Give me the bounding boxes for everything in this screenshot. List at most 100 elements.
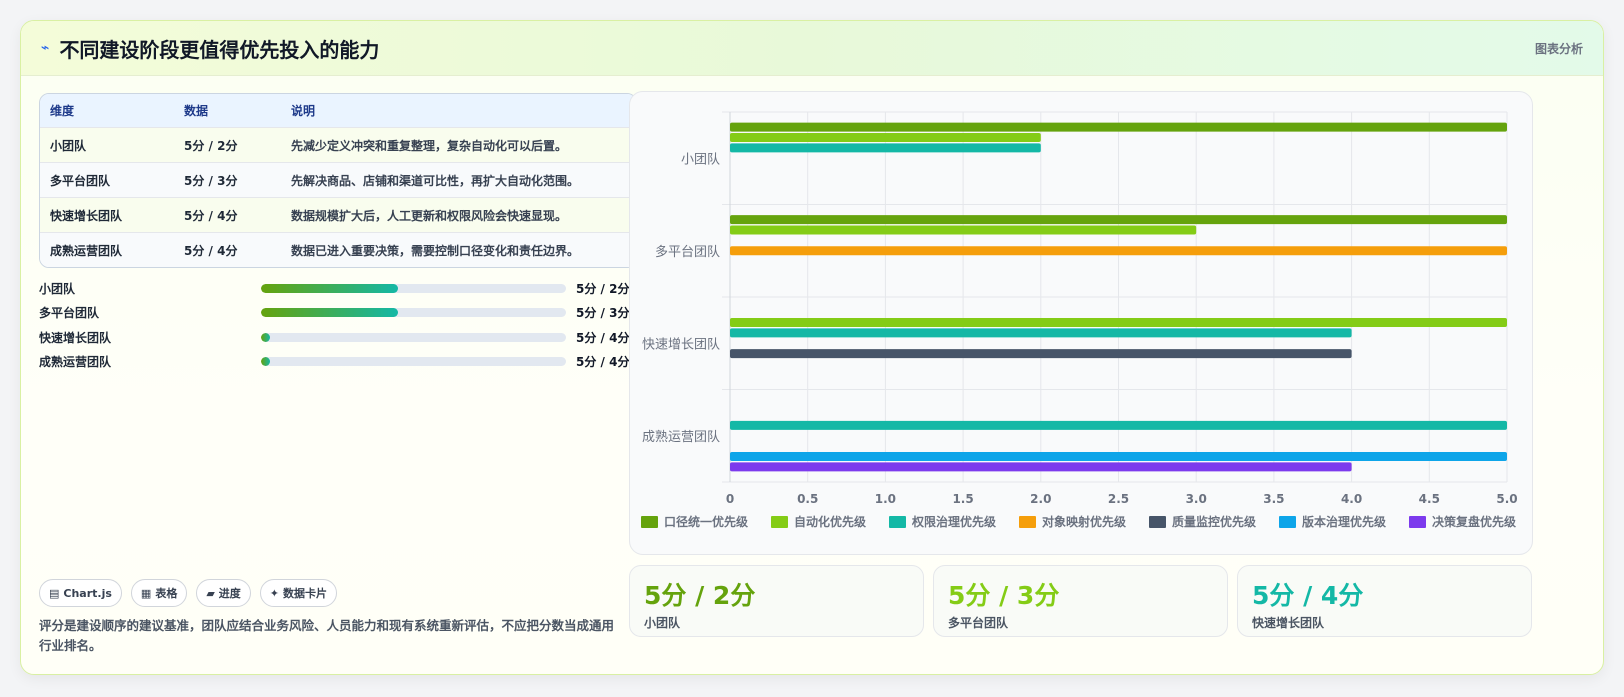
- main-card: ⌁ 不同建设阶段更值得优先投入的能力 图表分析 维度 数据 说明 小团队 5分 …: [20, 20, 1604, 675]
- progress-label: 小团队: [39, 281, 76, 296]
- bar: [730, 462, 1352, 472]
- chip-chartjs[interactable]: ▤ Chart.js: [39, 579, 122, 607]
- progress-value: 5分 / 4分: [576, 355, 630, 370]
- progress-fill: [261, 332, 271, 342]
- progress-value: 5分 / 4分: [576, 330, 630, 345]
- chart-analysis-link[interactable]: 图表分析: [1535, 40, 1583, 57]
- legend-swatch: [1409, 516, 1426, 528]
- legend-label: 决策复盘优先级: [1432, 514, 1516, 529]
- data-table: 维度 数据 说明 小团队 5分 / 2分 先减少定义冲突和重复整理，复杂自动化可…: [39, 93, 637, 268]
- table-cell-value: 5分 / 4分: [184, 208, 238, 223]
- footnote: 评分是建设顺序的建议基准，团队应结合业务风险、人员能力和现有系统重新评估，不应把…: [39, 618, 615, 653]
- card-header: ⌁ 不同建设阶段更值得优先投入的能力 图表分析: [21, 21, 1603, 76]
- bar: [730, 143, 1041, 153]
- table-cell-name: 多平台团队: [50, 173, 111, 188]
- progress-track: [261, 357, 566, 367]
- legend-swatch: [641, 516, 658, 528]
- x-tick-label: 0: [726, 492, 734, 506]
- table-cell-name: 小团队: [50, 138, 87, 153]
- chip-label: 表格: [155, 587, 178, 600]
- legend-label: 权限治理优先级: [911, 514, 996, 529]
- progress-list: 小团队 5分 / 2分 多平台团队 5分 / 3分 快速增长团队 5分 / 4分…: [39, 276, 637, 374]
- chip-label: 进度: [218, 587, 241, 600]
- progress-track: [261, 283, 566, 293]
- table-row: 快速增长团队 5分 / 4分 数据规模扩大后，人工更新和权限风险会快速显现。: [40, 197, 636, 232]
- progress-fill: [261, 308, 399, 318]
- chip-label: Chart.js: [63, 586, 112, 600]
- progress-row: 多平台团队 5分 / 3分: [39, 301, 637, 326]
- bar: [730, 420, 1507, 430]
- table-row: 成熟运营团队 5分 / 4分 数据已进入重要决策，需要控制口径变化和责任边界。: [40, 232, 636, 267]
- table-cell-value: 5分 / 4分: [184, 243, 238, 258]
- progress-track: [261, 308, 566, 318]
- progress-label: 成熟运营团队: [39, 355, 112, 370]
- bar: [730, 349, 1352, 359]
- left-panel: 维度 数据 说明 小团队 5分 / 2分 先减少定义冲突和重复整理，复杂自动化可…: [39, 93, 637, 374]
- table-cell-desc: 数据已进入重要决策，需要控制口径变化和责任边界。: [291, 243, 580, 258]
- stat-label: 多平台团队: [948, 616, 1009, 630]
- stat-card: 5分 / 4分 快速增长团队: [1237, 565, 1532, 637]
- table-header-cell: 维度: [50, 104, 75, 118]
- table-row: 多平台团队 5分 / 3分 先解决商品、店铺和渠道可比性，再扩大自动化范围。: [40, 162, 636, 197]
- table-header-row: 维度 数据 说明: [40, 94, 636, 127]
- bar: [730, 225, 1197, 235]
- feature-chips: ▤ Chart.js ▦ 表格 ▰ 进度 ✦ 数据卡片: [39, 579, 338, 607]
- stat-value: 5分 / 4分: [1252, 581, 1364, 610]
- legend-swatch: [889, 516, 906, 528]
- chip-table[interactable]: ▦ 表格: [130, 579, 188, 607]
- progress-fill: [261, 283, 399, 293]
- bar: [730, 318, 1507, 328]
- progress-value: 5分 / 3分: [576, 306, 630, 321]
- stat-label: 小团队: [644, 616, 681, 630]
- progress-value: 5分 / 2分: [576, 281, 630, 296]
- legend-label: 自动化优先级: [794, 514, 866, 529]
- y-tick-label: 多平台团队: [655, 244, 720, 260]
- progress-icon: ▰: [206, 586, 215, 600]
- bar: [730, 133, 1041, 143]
- stat-value: 5分 / 3分: [948, 581, 1060, 610]
- y-tick-label: 成熟运营团队: [642, 429, 720, 445]
- table-cell-desc: 先减少定义冲突和重复整理，复杂自动化可以后置。: [291, 138, 568, 153]
- chart-icon: ▤: [49, 586, 60, 600]
- chip-data-card[interactable]: ✦ 数据卡片: [259, 579, 338, 607]
- table-cell-desc: 数据规模扩大后，人工更新和权限风险会快速显现。: [291, 208, 568, 223]
- x-tick-label: 1.0: [875, 492, 896, 506]
- progress-row: 成熟运营团队 5分 / 4分: [39, 350, 637, 375]
- y-tick-label: 快速增长团队: [642, 337, 720, 352]
- bar: [730, 246, 1507, 256]
- chip-progress[interactable]: ▰ 进度: [196, 579, 251, 607]
- chart-card: 0 0.5 1.0 1.5 2.0 2.5 3.0 3.5 4.0 4.5 5.0 小团队 多平台团队快…: [629, 91, 1533, 555]
- table-cell-value: 5分 / 3分: [184, 173, 238, 188]
- table-row: 小团队 5分 / 2分 先减少定义冲突和重复整理，复杂自动化可以后置。: [40, 127, 636, 162]
- sparkle-icon: ✦: [269, 586, 280, 600]
- x-tick-label: 4.0: [1341, 492, 1362, 506]
- y-tick-label: 小团队: [681, 152, 720, 167]
- legend-label: 口径统一优先级: [664, 514, 748, 529]
- progress-track: [261, 332, 566, 342]
- bar-chart: 0 0.5 1.0 1.5 2.0 2.5 3.0 3.5 4.0 4.5 5.0 小团队多平台团队快…: [641, 111, 1518, 529]
- bar: [730, 451, 1507, 461]
- progress-label: 多平台团队: [39, 306, 100, 321]
- progress-label: 快速增长团队: [39, 330, 112, 345]
- table-cell-desc: 先解决商品、店铺和渠道可比性，再扩大自动化范围。: [291, 173, 580, 188]
- x-tick-label: 2.5: [1108, 492, 1129, 506]
- lightning-icon: ⌁: [41, 40, 50, 56]
- page-title: 不同建设阶段更值得优先投入的能力: [59, 37, 380, 62]
- legend-label: 质量监控优先级: [1172, 514, 1256, 529]
- table-cell-name: 成熟运营团队: [50, 243, 123, 258]
- bar: [730, 328, 1352, 338]
- x-tick-label: 0.5: [797, 492, 818, 506]
- legend-label: 版本治理优先级: [1302, 514, 1386, 529]
- legend-swatch: [1149, 516, 1166, 528]
- table-icon: ▦: [140, 586, 152, 600]
- bar: [730, 122, 1507, 132]
- legend-label: 对象映射优先级: [1042, 514, 1126, 529]
- bar: [730, 215, 1507, 225]
- chip-label: 数据卡片: [283, 587, 328, 600]
- legend-swatch: [1019, 516, 1036, 528]
- x-tick-label: 5.0: [1496, 492, 1517, 506]
- stat-label: 快速增长团队: [1252, 616, 1325, 630]
- x-tick-label: 3.0: [1186, 492, 1207, 506]
- stat-value: 5分 / 2分: [644, 581, 756, 610]
- x-tick-label: 1.5: [952, 492, 973, 506]
